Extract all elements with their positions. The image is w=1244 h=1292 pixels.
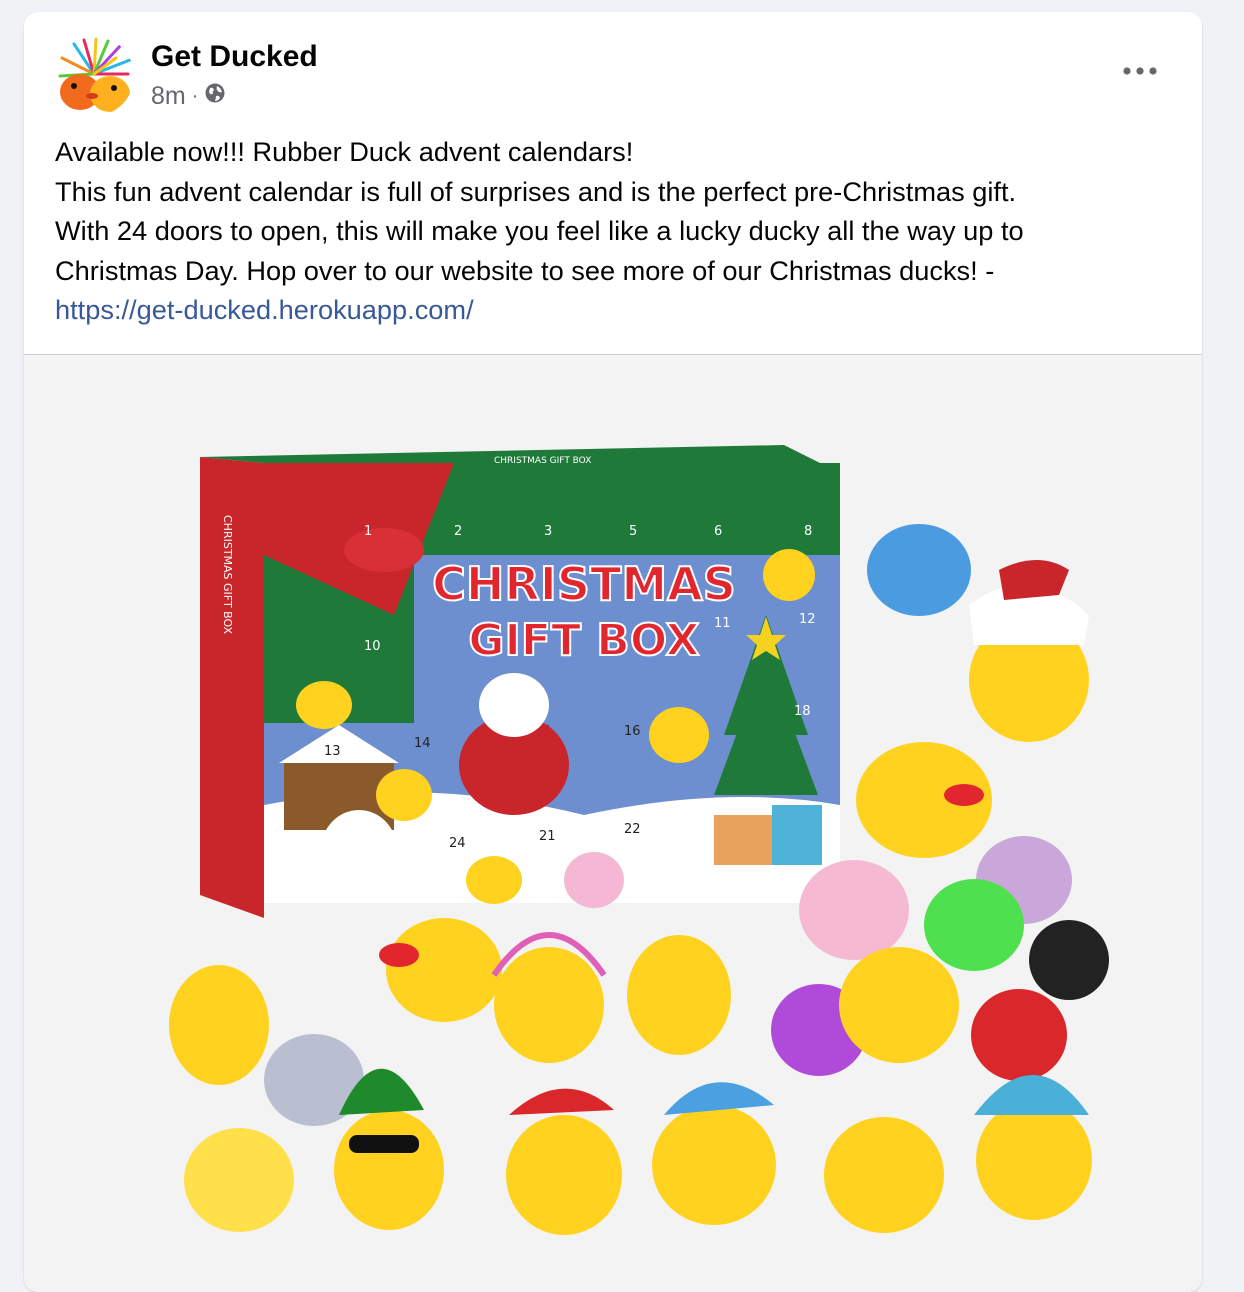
post-image[interactable]: CHRISTMAS GIFT BOX CHRISTMAS GIFT BOX CH… xyxy=(24,355,1202,1292)
door-number: 2 xyxy=(454,524,462,539)
door-number: 5 xyxy=(629,524,637,539)
website-link[interactable]: https://get-ducked.herokuapp.com/ xyxy=(55,294,474,325)
page-name[interactable]: Get Ducked xyxy=(151,40,318,74)
door-number: 12 xyxy=(799,612,816,627)
box-title-line1: CHRISTMAS xyxy=(432,557,736,611)
box-side-text: CHRISTMAS GIFT BOX xyxy=(221,515,234,634)
more-options-button[interactable] xyxy=(1118,56,1162,86)
door-number: 24 xyxy=(449,836,466,851)
post-text-line: With 24 doors to open, this will make yo… xyxy=(55,215,1024,246)
post-text-line: Available now!!! Rubber Duck advent cale… xyxy=(55,136,634,167)
door-number: 16 xyxy=(624,724,641,739)
door-number: 14 xyxy=(414,736,431,751)
meta-separator: · xyxy=(191,85,199,107)
post-text-line: Christmas Day. Hop over to our website t… xyxy=(55,254,995,286)
globe-icon[interactable] xyxy=(204,82,226,111)
post-meta: 8m · xyxy=(151,82,226,111)
door-number: 8 xyxy=(804,524,812,539)
door-number: 10 xyxy=(364,639,381,654)
door-number: 6 xyxy=(714,524,722,539)
door-number: 13 xyxy=(324,744,341,759)
box-title-line2: GIFT BOX xyxy=(468,615,699,666)
post-timestamp[interactable]: 8m xyxy=(151,82,186,111)
post-card: Get Ducked 8m · Available now!!! Rubber xyxy=(24,12,1202,1292)
more-options-icon xyxy=(1123,67,1157,75)
post-text: Available now!!! Rubber Duck advent cale… xyxy=(55,132,1175,330)
avatar-image xyxy=(54,36,134,116)
advent-calendar-photo: CHRISTMAS GIFT BOX CHRISTMAS GIFT BOX CH… xyxy=(169,445,1109,1235)
ribbon-bow xyxy=(344,528,424,572)
door-number: 21 xyxy=(539,829,556,844)
door-number: 18 xyxy=(794,704,811,719)
post-header: Get Ducked 8m · xyxy=(24,12,1202,122)
door-number: 11 xyxy=(714,616,731,631)
door-number: 3 xyxy=(544,524,552,539)
door-number: 22 xyxy=(624,822,641,837)
post-text-line: This fun advent calendar is full of surp… xyxy=(55,175,1017,207)
door-number: 1 xyxy=(364,524,372,539)
avatar[interactable] xyxy=(54,36,134,116)
